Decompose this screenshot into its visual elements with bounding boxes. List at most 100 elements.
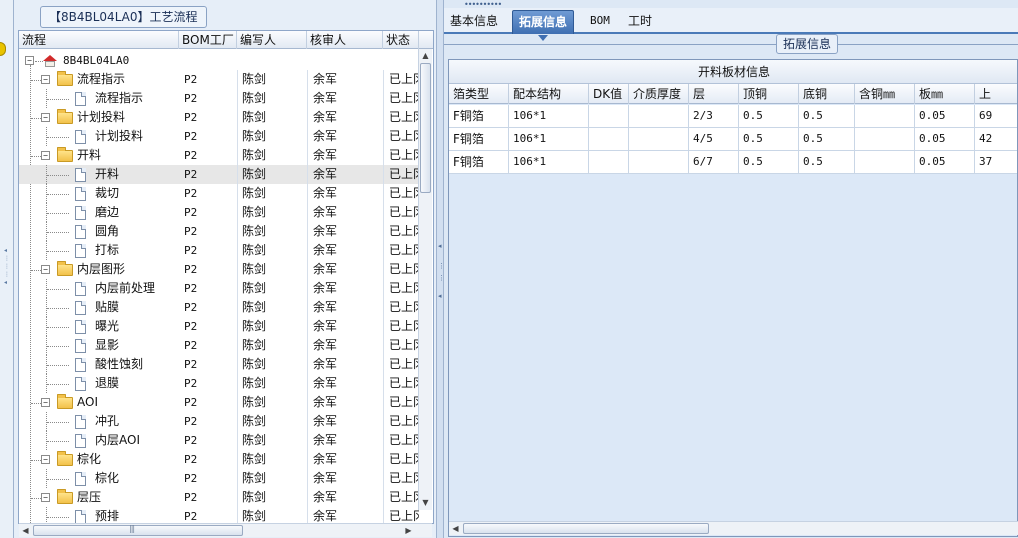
grid-cell[interactable]: F铜箔 [449,105,509,127]
collapse-icon[interactable]: − [41,113,50,122]
scroll-left-icon[interactable]: ◀ [19,524,32,537]
tree-row[interactable]: 裁切 P2 陈剑余军已上冈 [19,184,419,203]
column-header-writer[interactable]: 编写人 [237,31,307,49]
grid-cell[interactable]: 4/5 [689,128,739,150]
tree-root-row[interactable]: − 8B4BL04LA0 [19,51,419,70]
grid-cell[interactable]: 37 [975,151,1017,173]
tree-row[interactable]: − 开料 P2 陈剑余军已上冈 [19,146,419,165]
grid-row[interactable]: F铜箔 106*1 4/5 0.5 0.5 0.05 42 [449,128,1017,151]
tab-basic-info[interactable]: 基本信息 [444,10,504,34]
grid-column-header[interactable]: 底铜 [799,84,855,104]
grid-cell[interactable]: F铜箔 [449,128,509,150]
tree-row[interactable]: 曝光 P2 陈剑余军已上冈 [19,317,419,336]
tree-vscroll-thumb[interactable] [420,63,431,193]
tab-work-hours[interactable]: 工时 [622,10,658,34]
grid-cell[interactable] [589,151,629,173]
grid-column-header[interactable]: 箔类型 [449,84,509,104]
tree-row[interactable]: 磨边 P2 陈剑余军已上冈 [19,203,419,222]
grid-cell[interactable]: 0.5 [739,105,799,127]
panel-splitter[interactable]: ◂ ⋮ ⋮ ◂ [436,0,445,538]
grid-cell[interactable]: 2/3 [689,105,739,127]
tree-row[interactable]: − AOI P2 陈剑余军已上冈 [19,393,419,412]
column-header-flow[interactable]: 流程 [19,31,179,49]
grid-cell[interactable]: 0.5 [739,128,799,150]
collapse-icon[interactable]: − [41,493,50,502]
tree-row[interactable]: 圆角 P2 陈剑余军已上冈 [19,222,419,241]
collapse-icon[interactable]: − [25,56,34,65]
collapse-left-icon[interactable]: ◂ [438,242,442,250]
collapse-icon[interactable]: − [41,75,50,84]
tree-row[interactable]: 退膜 P2 陈剑余军已上冈 [19,374,419,393]
tree-row[interactable]: 显影 P2 陈剑余军已上冈 [19,336,419,355]
grid-cell[interactable] [855,128,915,150]
collapse-icon[interactable]: − [41,151,50,160]
tree-horizontal-scrollbar[interactable]: ◀ ||| ▶ [19,523,432,537]
tree-row[interactable]: 内层AOI P2 陈剑余军已上冈 [19,431,419,450]
grid-row[interactable]: F铜箔 106*1 2/3 0.5 0.5 0.05 69 [449,105,1017,128]
grid-cell[interactable]: 0.5 [799,128,855,150]
grid-cell[interactable] [855,151,915,173]
grid-column-header[interactable]: 板㎜ [915,84,975,104]
column-header-bom-factory[interactable]: BOM工厂 [179,31,237,49]
collapse-left-icon[interactable]: ◂ [438,292,442,300]
grid-column-header[interactable]: 顶铜 [739,84,799,104]
grid-column-header[interactable]: 层 [689,84,739,104]
grid-row[interactable]: F铜箔 106*1 6/7 0.5 0.5 0.05 37 [449,151,1017,174]
grid-cell[interactable] [629,128,689,150]
scroll-right-icon[interactable]: ▶ [402,524,415,537]
grid-cell[interactable]: 0.5 [799,105,855,127]
grid-cell[interactable]: 42 [975,128,1017,150]
grid-cell[interactable] [629,105,689,127]
grid-cell[interactable]: 106*1 [509,151,589,173]
tree-row[interactable]: 贴膜 P2 陈剑余军已上冈 [19,298,419,317]
grid-cell[interactable] [629,151,689,173]
grid-cell[interactable]: 106*1 [509,128,589,150]
tree-vertical-scrollbar[interactable]: ▲ ▼ [418,49,432,510]
grid-cell[interactable]: 69 [975,105,1017,127]
collapse-icon[interactable]: − [41,265,50,274]
grid-cell[interactable]: 6/7 [689,151,739,173]
tree-row[interactable]: 酸性蚀刻 P2 陈剑余军已上冈 [19,355,419,374]
grid-column-header[interactable]: 上 [975,84,1017,104]
scroll-down-icon[interactable]: ▼ [419,496,432,509]
column-header-status[interactable]: 状态 [383,31,419,49]
tree-row[interactable]: − 棕化 P2 陈剑余军已上冈 [19,450,419,469]
grid-cell[interactable]: 0.5 [739,151,799,173]
tree-row[interactable]: − 层压 P2 陈剑余军已上冈 [19,488,419,507]
grid-cell[interactable]: 0.5 [799,151,855,173]
tab-extended-info[interactable]: 拓展信息 [512,10,575,41]
grid-column-header[interactable]: DK值 [589,84,629,104]
tree-row[interactable]: 内层前处理 P2 陈剑余军已上冈 [19,279,419,298]
collapse-icon[interactable]: − [41,455,50,464]
grid-cell[interactable] [589,105,629,127]
tree-row[interactable]: 打标 P2 陈剑余军已上冈 [19,241,419,260]
tree-row[interactable]: − 流程指示 P2 陈剑余军已上冈 [19,70,419,89]
grid-column-header[interactable]: 介质厚度 [629,84,689,104]
grid-column-header[interactable]: 含铜㎜ [855,84,915,104]
grid-cell[interactable]: 0.05 [915,105,975,127]
grid-horizontal-scrollbar[interactable]: ◀ [449,521,1018,535]
tab-bom[interactable]: BOM [584,10,616,34]
grid-cell[interactable] [589,128,629,150]
grid-cell[interactable] [855,105,915,127]
grid-cell[interactable]: F铜箔 [449,151,509,173]
tree-row[interactable]: 计划投料 P2 陈剑余军已上冈 [19,127,419,146]
tree-row[interactable]: 流程指示 P2 陈剑余军已上冈 [19,89,419,108]
splitter-grip-icon[interactable]: ◂ ⋮ ⋮ ⋮ ◂ [4,248,10,318]
tree-row[interactable]: − 内层图形 P2 陈剑余军已上冈 [19,260,419,279]
tree-row[interactable]: 开料 P2 陈剑余军已上冈 [19,165,419,184]
tree-row[interactable]: 棕化 P2 陈剑余军已上冈 [19,469,419,488]
column-header-reviewer[interactable]: 核审人 [307,31,383,49]
grid-column-header[interactable]: 配本结构 [509,84,589,104]
tree-hscroll-thumb[interactable] [33,525,243,536]
grid-hscroll-thumb[interactable] [463,523,709,534]
grid-cell[interactable]: 0.05 [915,151,975,173]
tree-row[interactable]: − 计划投料 P2 陈剑余军已上冈 [19,108,419,127]
grid-cell[interactable]: 106*1 [509,105,589,127]
scroll-up-icon[interactable]: ▲ [419,49,432,62]
grid-cell[interactable]: 0.05 [915,128,975,150]
collapse-icon[interactable]: − [41,398,50,407]
tree-row[interactable]: 预排 P2 陈剑余军已上冈 [19,507,419,523]
scroll-left-icon[interactable]: ◀ [449,522,462,535]
tree-row[interactable]: 冲孔 P2 陈剑余军已上冈 [19,412,419,431]
